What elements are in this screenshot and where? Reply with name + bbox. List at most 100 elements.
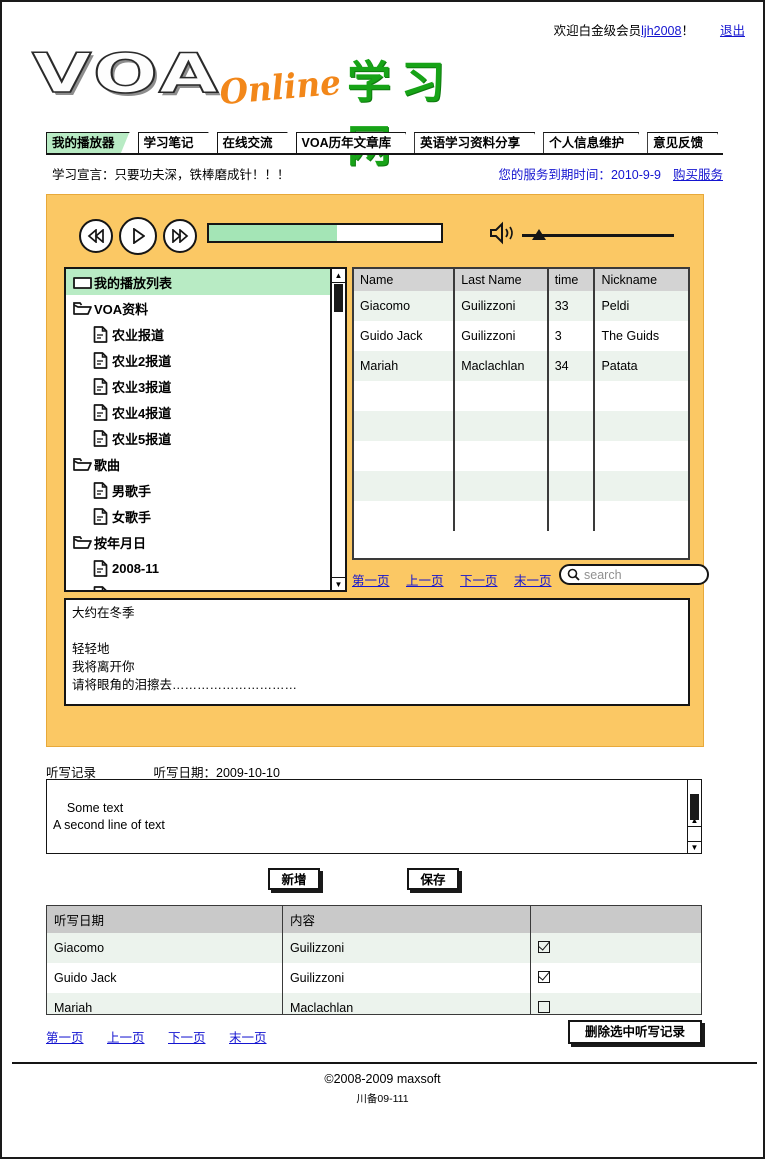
- table-cell: 34: [547, 351, 596, 381]
- column-header[interactable]: 内容: [282, 906, 532, 933]
- column-header[interactable]: [530, 906, 701, 933]
- rewind-button[interactable]: [79, 219, 113, 253]
- table-row[interactable]: Mariah Maclachlan: [47, 993, 701, 1014]
- page-last-link[interactable]: 末一页: [514, 574, 552, 588]
- speaker-icon: [489, 221, 519, 245]
- tree-item[interactable]: 农业3报道: [66, 373, 345, 399]
- table-cell: [354, 381, 456, 411]
- column-header[interactable]: Last Name: [454, 269, 549, 291]
- tree-item[interactable]: 农业2报道: [66, 347, 345, 373]
- tab-feedback[interactable]: 意见反馈: [647, 132, 718, 154]
- document-icon: [88, 585, 112, 590]
- document-icon: [88, 429, 112, 447]
- table-row[interactable]: Guido Jack Guilizzoni 3 The Guids: [354, 321, 688, 351]
- dictation-scrollbar[interactable]: ▲ ▼: [687, 780, 701, 853]
- page-prev-link[interactable]: 上一页: [406, 574, 444, 588]
- table-row[interactable]: [354, 411, 688, 441]
- table-row[interactable]: Mariah Maclachlan 34 Patata: [354, 351, 688, 381]
- document-icon: [88, 325, 112, 343]
- document-icon: [88, 403, 112, 421]
- tab-profile[interactable]: 个人信息维护: [543, 132, 639, 154]
- row-checkbox[interactable]: [538, 1000, 551, 1013]
- column-header[interactable]: Name: [354, 269, 456, 291]
- column-header[interactable]: 听写日期: [47, 906, 283, 933]
- tree-item[interactable]: 男歌手: [66, 477, 345, 503]
- table-row[interactable]: Giacomo Guilizzoni 33 Peldi: [354, 291, 688, 321]
- tree-item[interactable]: 农业5报道: [66, 425, 345, 451]
- table-cell: [454, 501, 549, 531]
- username-link[interactable]: ljh2008: [641, 24, 681, 38]
- record-content-cell: Guilizzoni: [282, 963, 532, 993]
- column-header[interactable]: Nickname: [594, 269, 688, 291]
- page-next-link[interactable]: 下一页: [460, 574, 498, 588]
- page-first-link[interactable]: 第一页: [352, 574, 390, 588]
- tab-study-notes[interactable]: 学习笔记: [138, 132, 209, 154]
- playlist-tree[interactable]: 我的播放列表 VOA资料农业报道农业2报道 农业3报道 农业4报道 农业5报道 歌曲 男歌手…: [64, 267, 347, 592]
- playback-progress-bar[interactable]: [207, 223, 443, 243]
- record-select-cell[interactable]: [530, 933, 701, 963]
- tree-item[interactable]: 农业4报道: [66, 399, 345, 425]
- scroll-down-arrow[interactable]: ▼: [332, 577, 345, 590]
- volume-slider[interactable]: [522, 229, 674, 241]
- page-prev-link[interactable]: 上一页: [107, 1031, 145, 1045]
- tree-item[interactable]: 农业报道: [66, 321, 345, 347]
- tab-resource-share[interactable]: 英语学习资料分享: [414, 132, 535, 154]
- save-button[interactable]: 保存: [407, 868, 459, 890]
- tree-scrollbar[interactable]: ▲ ▼: [330, 269, 345, 590]
- play-button[interactable]: [119, 217, 157, 255]
- table-cell: [454, 471, 549, 501]
- tab-voa-archive[interactable]: VOA历年文章库: [296, 132, 407, 154]
- tree-item-label: 农业报道: [112, 327, 165, 343]
- folder-open-icon: [70, 301, 94, 316]
- scroll-up-arrow[interactable]: ▲: [332, 269, 345, 283]
- record-select-cell[interactable]: [530, 963, 701, 993]
- tree-item[interactable]: 2008-10: [66, 581, 345, 590]
- row-checkbox[interactable]: [538, 940, 551, 953]
- buy-service-link[interactable]: 购买服务: [673, 168, 723, 182]
- table-cell: [547, 471, 596, 501]
- folder-closed-icon: [70, 275, 94, 290]
- table-row[interactable]: [354, 441, 688, 471]
- tree-rows: 我的播放列表 VOA资料农业报道农业2报道 农业3报道 农业4报道 农业5报道 歌曲 男歌手…: [66, 269, 345, 590]
- rewind-icon: [87, 229, 104, 243]
- table-row[interactable]: [354, 501, 688, 531]
- fast-forward-button[interactable]: [163, 219, 197, 253]
- scroll-thumb[interactable]: [690, 794, 699, 820]
- table-row[interactable]: [354, 381, 688, 411]
- track-table[interactable]: Name Last Name time Nickname Giacomo Guilizz…: [352, 267, 690, 560]
- page-last-link[interactable]: 末一页: [229, 1031, 267, 1045]
- tree-item[interactable]: 歌曲: [66, 451, 345, 477]
- tree-item[interactable]: 按年月日: [66, 529, 345, 555]
- table-row[interactable]: Guido Jack Guilizzoni: [47, 963, 701, 993]
- column-header[interactable]: time: [547, 269, 596, 291]
- table-cell: [594, 471, 688, 501]
- table-row[interactable]: [354, 471, 688, 501]
- record-select-cell[interactable]: [530, 993, 701, 1014]
- table-cell: [547, 411, 596, 441]
- search-input[interactable]: search: [559, 564, 709, 585]
- table-cell: Peldi: [594, 291, 688, 321]
- tab-my-player[interactable]: 我的播放器: [46, 132, 130, 154]
- tree-item[interactable]: 女歌手: [66, 503, 345, 529]
- welcome-exclamation: ！: [681, 24, 694, 38]
- volume-handle[interactable]: [531, 229, 546, 240]
- page-next-link[interactable]: 下一页: [168, 1031, 206, 1045]
- dictation-textarea[interactable]: Some text A second line of text ▲ ▼: [46, 779, 702, 854]
- logout-link[interactable]: 退出: [720, 24, 745, 38]
- tree-item[interactable]: 我的播放列表: [66, 269, 345, 295]
- tab-label: 我的播放器: [52, 136, 115, 150]
- lyrics-panel[interactable]: 大约在冬季 轻轻地 我将离开你 请将眼角的泪擦去…………………………: [64, 598, 690, 706]
- scroll-thumb[interactable]: [334, 284, 343, 312]
- table-row[interactable]: Giacomo Guilizzoni: [47, 933, 701, 963]
- tab-label: 英语学习资料分享: [420, 136, 521, 150]
- row-checkbox[interactable]: [538, 970, 551, 983]
- delete-records-button[interactable]: 删除选中听写记录: [568, 1020, 702, 1044]
- add-button[interactable]: 新增: [268, 868, 320, 890]
- dictation-records-table[interactable]: 听写日期 内容 Giacomo Guilizzoni Guido Jack Guiliz…: [46, 905, 702, 1015]
- scroll-down-arrow[interactable]: ▼: [688, 841, 701, 853]
- page-first-link[interactable]: 第一页: [46, 1031, 84, 1045]
- site-logo: VOA Online 学习网: [31, 40, 502, 172]
- tree-item[interactable]: VOA资料: [66, 295, 345, 321]
- tree-item[interactable]: 2008-11: [66, 555, 345, 581]
- tab-online-chat[interactable]: 在线交流: [217, 132, 288, 154]
